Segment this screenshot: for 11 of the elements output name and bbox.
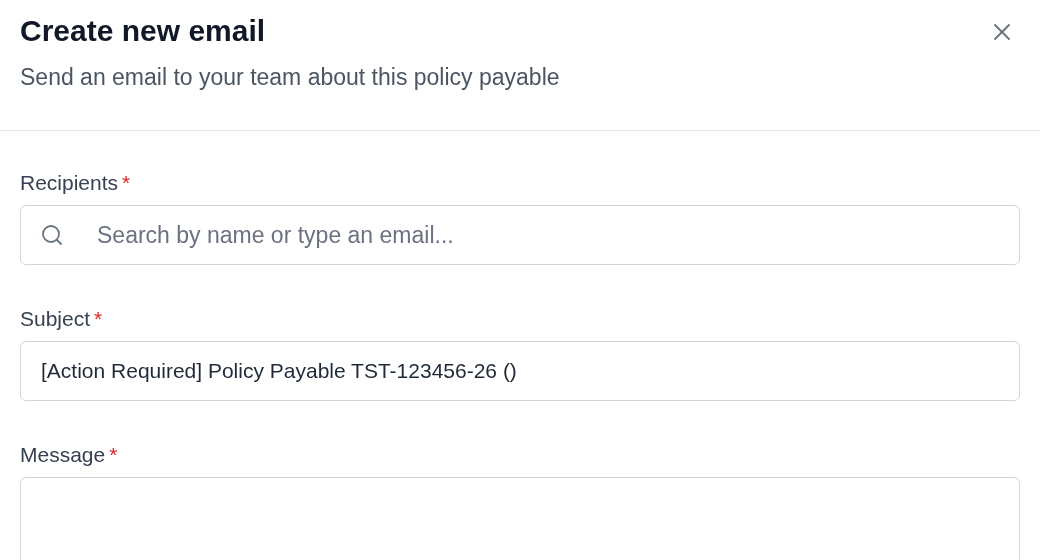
required-mark: * bbox=[109, 443, 118, 467]
required-mark: * bbox=[122, 171, 131, 195]
required-mark: * bbox=[94, 307, 103, 331]
recipients-search-field[interactable]: Search by name or type an email... bbox=[20, 205, 1020, 265]
dialog-title: Create new email bbox=[20, 13, 267, 49]
subject-field[interactable]: [Action Required] Policy Payable TST-123456-26 () bbox=[20, 341, 1020, 401]
field-label: Message bbox=[20, 443, 106, 467]
field-label: Recipients bbox=[20, 171, 119, 195]
field-label: Subject bbox=[20, 307, 91, 331]
search-icon bbox=[40, 223, 64, 247]
dialog-subtitle: Send an email to your team about this policy payable bbox=[20, 63, 560, 92]
